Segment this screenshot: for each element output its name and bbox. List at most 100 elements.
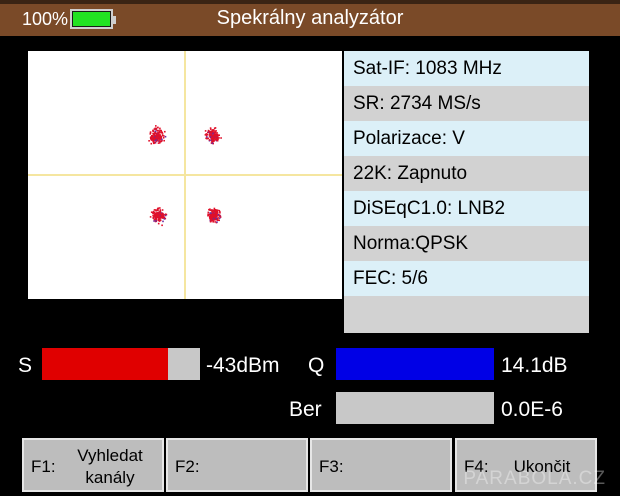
constellation-point xyxy=(158,135,160,137)
constellation-point xyxy=(210,132,213,134)
constellation-point xyxy=(209,136,212,138)
constellation-point xyxy=(152,136,155,138)
constellation-point xyxy=(159,212,162,215)
constellation-point xyxy=(209,133,211,136)
constellation-diagram xyxy=(28,51,342,299)
constellation-point xyxy=(156,129,158,132)
signal-value: -43dBm xyxy=(206,354,280,377)
constellation-point xyxy=(154,214,156,216)
constellation-point xyxy=(213,138,215,140)
constellation-point xyxy=(159,129,161,132)
constellation-point xyxy=(159,207,161,209)
constellation-point xyxy=(207,213,209,216)
constellation-point xyxy=(157,138,159,140)
signal-bar-fill xyxy=(42,348,169,380)
constellation-point xyxy=(216,209,219,211)
info-polarization: Polarizace: V xyxy=(344,121,589,156)
constellation-point xyxy=(159,210,161,213)
constellation-point xyxy=(154,209,157,211)
constellation-point xyxy=(159,138,161,141)
constellation-point xyxy=(213,207,216,210)
constellation-point xyxy=(152,130,155,133)
constellation-point xyxy=(162,220,164,223)
constellation-point xyxy=(211,142,214,145)
f1-action-label: Vyhledat kanály xyxy=(77,446,143,487)
constellation-point xyxy=(218,134,220,136)
constellation-point xyxy=(215,130,217,132)
f3-button[interactable]: F3: xyxy=(310,438,452,492)
constellation-point xyxy=(214,218,216,221)
constellation-point xyxy=(157,142,160,144)
constellation-point xyxy=(210,128,212,131)
constellation-cluster xyxy=(148,125,167,145)
constellation-point xyxy=(213,132,216,134)
constellation-point xyxy=(205,134,208,137)
ber-bar xyxy=(336,392,494,424)
constellation-point xyxy=(212,215,214,217)
constellation-point xyxy=(207,211,210,214)
signal-info-panel: Sat-IF: 1083 MHz SR: 2734 MS/s Polarizac… xyxy=(344,51,589,333)
constellation-point xyxy=(157,222,160,225)
info-fec: FEC: 5/6 xyxy=(344,261,589,296)
constellation-point xyxy=(211,136,214,139)
constellation-point xyxy=(157,126,159,129)
constellation-point xyxy=(219,210,221,213)
info-sat-if: Sat-IF: 1083 MHz xyxy=(344,51,589,86)
constellation-point xyxy=(161,138,163,141)
constellation-point xyxy=(149,136,152,139)
constellation-point xyxy=(150,142,153,145)
constellation-point xyxy=(160,216,162,219)
constellation-point xyxy=(153,142,155,145)
constellation-point xyxy=(155,125,157,127)
constellation-point xyxy=(207,137,210,140)
constellation-point xyxy=(157,211,159,214)
constellation-point xyxy=(212,134,215,137)
constellation-point xyxy=(156,208,159,210)
constellation-point xyxy=(208,139,211,141)
constellation-point xyxy=(209,213,211,216)
constellation-point xyxy=(215,210,217,212)
constellation-point xyxy=(212,209,215,212)
constellation-point xyxy=(149,216,152,218)
constellation-point xyxy=(161,209,164,211)
constellation-point xyxy=(152,217,154,219)
constellation-point xyxy=(218,219,220,222)
f3-key-label: F3: xyxy=(319,457,344,476)
constellation-point xyxy=(220,137,222,139)
constellation-point xyxy=(162,137,165,139)
page-title: Spekrálny analyzátor xyxy=(216,7,404,29)
constellation-point xyxy=(155,220,157,222)
constellation-point xyxy=(214,137,217,139)
signal-bar xyxy=(42,348,200,380)
constellation-point xyxy=(213,140,215,142)
info-empty-row xyxy=(344,296,589,333)
constellation-plot xyxy=(28,51,342,299)
constellation-point xyxy=(163,218,166,220)
constellation-point xyxy=(212,219,214,222)
constellation-point xyxy=(155,137,158,139)
header-top-strip xyxy=(0,0,620,4)
constellation-point xyxy=(155,127,157,130)
f2-button[interactable]: F2: xyxy=(166,438,308,492)
info-symbol-rate: SR: 2734 MS/s xyxy=(344,86,589,121)
header-bar: 100% Spekrálny analyzátor xyxy=(0,0,620,36)
constellation-point xyxy=(209,212,211,214)
constellation-point xyxy=(215,212,217,215)
constellation-point xyxy=(215,217,217,220)
constellation-point xyxy=(163,214,165,216)
constellation-point xyxy=(209,220,212,223)
constellation-cluster xyxy=(204,127,222,145)
constellation-point xyxy=(159,209,162,211)
constellation-point xyxy=(217,134,219,137)
constellation-point xyxy=(216,221,218,223)
constellation-point xyxy=(164,130,166,133)
f1-button[interactable]: F1: Vyhledat kanály xyxy=(22,438,164,492)
constellation-point xyxy=(157,219,160,222)
constellation-point xyxy=(153,218,156,221)
f2-key-label: F2: xyxy=(175,457,200,476)
constellation-point xyxy=(156,134,158,137)
constellation-point xyxy=(159,127,161,130)
constellation-point xyxy=(209,208,211,210)
constellation-point xyxy=(158,131,161,134)
constellation-point xyxy=(154,132,156,134)
